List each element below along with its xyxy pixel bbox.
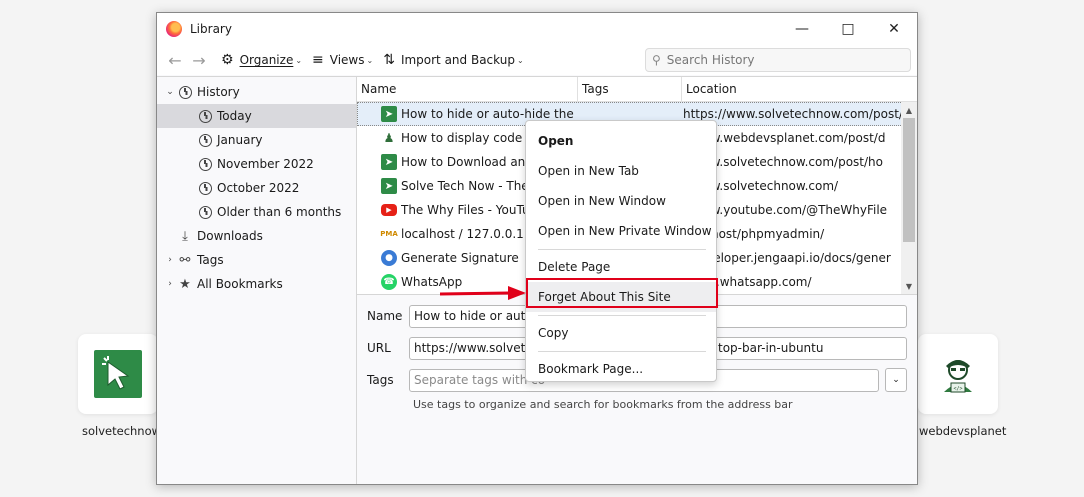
sidebar-item-all-bookmarks[interactable]: › ★ All Bookmarks [157, 272, 356, 296]
tag-icon: ⚯ [179, 252, 191, 268]
menu-item-open-new-window[interactable]: Open in New Window [526, 186, 716, 216]
red-arrow-icon [439, 286, 526, 300]
views-button[interactable]: ≡ Views ⌄ [312, 52, 373, 68]
scroll-up-icon[interactable]: ▲ [901, 102, 917, 118]
sidebar-item-older[interactable]: Older than 6 months [157, 200, 356, 224]
chevron-down-icon: ⌄ [295, 55, 303, 65]
solvetechnow-tile[interactable] [78, 334, 158, 414]
import-backup-button[interactable]: ⇅ Import and Backup ⌄ [383, 52, 523, 68]
scrollbar-thumb[interactable] [903, 118, 915, 242]
svg-text:</>: </> [953, 386, 962, 392]
sidebar-item-tags[interactable]: › ⚯ Tags [157, 248, 356, 272]
tags-hint: Use tags to organize and search for book… [413, 398, 793, 411]
chevron-down-icon: ⌄ [892, 375, 900, 385]
menu-item-copy[interactable]: Copy [526, 318, 716, 348]
highlight-box [526, 278, 718, 308]
vertical-scrollbar[interactable]: ▲ ▼ [901, 102, 917, 294]
window-title: Library [190, 22, 232, 36]
star-icon: ★ [179, 276, 191, 292]
sidebar-item-history[interactable]: ⌄ History [157, 80, 356, 104]
cursor-click-icon [94, 350, 142, 398]
chevron-down-icon: ⌄ [516, 55, 524, 65]
toolbar: ← → ⚙ Organize ⌄ ≡ Views ⌄ ⇅ Import and … [157, 45, 917, 75]
menu-item-bookmark-page[interactable]: Bookmark Page... [526, 354, 716, 384]
youtube-favicon-icon: ▶ [381, 204, 397, 216]
chevron-down-icon: ⌄ [366, 55, 374, 65]
column-header: Name Tags Location [357, 77, 917, 102]
title-bar[interactable]: Library — □ ✕ [157, 13, 917, 45]
firefox-icon [166, 21, 182, 37]
back-arrow-icon[interactable]: ← [163, 48, 187, 72]
close-button[interactable]: ✕ [871, 13, 917, 45]
menu-separator [538, 351, 706, 352]
sidebar: ⌄ History Today January November 2022 Oc… [157, 77, 357, 484]
clock-icon [177, 84, 193, 100]
solvetechnow-caption: solvetechnow [82, 424, 162, 438]
organize-button[interactable]: ⚙ Organize ⌄ [221, 52, 302, 68]
sidebar-item-october-2022[interactable]: October 2022 [157, 176, 356, 200]
context-menu: Open Open in New Tab Open in New Window … [525, 120, 717, 382]
clock-icon [197, 204, 213, 220]
sidebar-item-january[interactable]: January [157, 128, 356, 152]
scroll-down-icon[interactable]: ▼ [901, 278, 917, 294]
clock-icon [197, 132, 213, 148]
maximize-button[interactable]: □ [825, 13, 871, 45]
webdevsplanet-tile[interactable]: </> [918, 334, 998, 414]
solvetechnow-favicon-icon: ➤ [381, 154, 397, 170]
solvetechnow-favicon-icon: ➤ [381, 106, 397, 122]
column-tags[interactable]: Tags [578, 77, 682, 101]
solvetechnow-favicon-icon: ➤ [381, 178, 397, 194]
import-export-icon: ⇅ [383, 52, 395, 68]
phpmyadmin-favicon-icon: PMA [380, 230, 398, 238]
tags-label: Tags [367, 373, 394, 387]
sidebar-item-november-2022[interactable]: November 2022 [157, 152, 356, 176]
gear-icon: ⚙ [221, 52, 234, 68]
window-controls: — □ ✕ [779, 13, 917, 45]
webdevsplanet-caption: webdevsplanet [919, 424, 1007, 438]
globe-favicon-icon: ● [381, 250, 397, 266]
list-icon: ≡ [312, 52, 324, 68]
clock-icon [197, 108, 213, 124]
search-icon: ⚲ [652, 53, 661, 67]
download-icon: ⤓ [182, 228, 188, 244]
search-history-input[interactable]: ⚲ Search History [645, 48, 911, 72]
menu-item-open-new-tab[interactable]: Open in New Tab [526, 156, 716, 186]
whatsapp-favicon-icon: ☎ [381, 274, 397, 290]
chevron-down-icon[interactable]: ⌄ [163, 87, 177, 97]
column-name[interactable]: Name [357, 77, 578, 101]
webdevsplanet-favicon-icon: ♟ [383, 131, 395, 145]
menu-item-open[interactable]: Open [526, 126, 716, 156]
menu-item-open-private-window[interactable]: Open in New Private Window [526, 216, 716, 246]
minimize-button[interactable]: — [779, 13, 825, 45]
url-label: URL [367, 341, 391, 355]
developer-avatar-icon: </> [944, 360, 972, 393]
sidebar-item-today[interactable]: Today [157, 104, 356, 128]
sidebar-item-downloads[interactable]: ⤓ Downloads [157, 224, 356, 248]
menu-separator [538, 249, 706, 250]
column-location[interactable]: Location [682, 77, 917, 101]
chevron-right-icon[interactable]: › [163, 279, 177, 289]
clock-icon [197, 180, 213, 196]
menu-separator [538, 315, 706, 316]
clock-icon [197, 156, 213, 172]
chevron-right-icon[interactable]: › [163, 255, 177, 265]
forward-arrow-icon[interactable]: → [187, 48, 211, 72]
name-label: Name [367, 309, 403, 323]
tags-dropdown-button[interactable]: ⌄ [885, 368, 907, 392]
